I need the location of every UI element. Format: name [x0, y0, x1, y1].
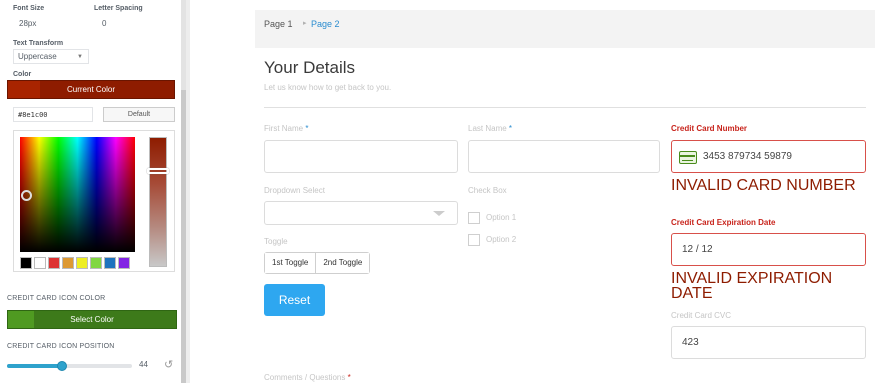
- text-transform-select[interactable]: Uppercase ▼: [13, 49, 89, 64]
- checkbox-group-label: Check Box: [468, 186, 507, 195]
- cc-cvc-field[interactable]: 423: [671, 326, 866, 359]
- luminance-strip[interactable]: [147, 137, 169, 267]
- text-transform-value: Uppercase: [18, 52, 57, 61]
- chevron-down-icon: [433, 211, 445, 216]
- cc-number-error: INVALID CARD NUMBER: [671, 177, 856, 194]
- cc-exp-value: 12 / 12: [682, 244, 713, 255]
- select-color-label: Select Color: [70, 315, 114, 324]
- page-subtitle: Let us know how to get back to you.: [264, 83, 392, 92]
- color-label: Color: [13, 71, 32, 78]
- slider-thumb[interactable]: [57, 361, 67, 371]
- color-swatch[interactable]: [62, 257, 74, 269]
- letter-spacing-input[interactable]: 0: [102, 19, 106, 28]
- icon-color-swatch: [8, 311, 34, 328]
- page-title: Your Details: [264, 58, 356, 77]
- toggle-second[interactable]: 2nd Toggle: [315, 253, 370, 273]
- checkbox[interactable]: [468, 234, 480, 246]
- letter-spacing-label: Letter Spacing: [94, 5, 143, 12]
- first-name-label: First Name *: [264, 124, 309, 133]
- toggle-group: 1st Toggle 2nd Toggle: [264, 252, 371, 274]
- divider: [264, 107, 866, 108]
- color-swatch[interactable]: [76, 257, 88, 269]
- breadcrumb-page-2[interactable]: Page 2: [311, 19, 340, 29]
- color-picker: [13, 130, 175, 272]
- text-transform-label: Text Transform: [13, 40, 64, 47]
- color-swatch[interactable]: [34, 257, 46, 269]
- color-swatch[interactable]: [48, 257, 60, 269]
- color-swatch[interactable]: [118, 257, 130, 269]
- credit-card-icon: [679, 151, 697, 164]
- luminance-handle[interactable]: [147, 168, 169, 174]
- last-name-field[interactable]: [468, 140, 660, 173]
- chevron-right-icon: ▸: [303, 20, 307, 27]
- icon-color-section-title: CREDIT CARD ICON COLOR: [7, 295, 106, 302]
- icon-position-slider[interactable]: [7, 361, 132, 371]
- cc-number-value: 3453 879734 59879: [703, 151, 792, 162]
- hex-color-input[interactable]: #8e1c00: [13, 107, 93, 122]
- panel-divider: [186, 0, 190, 383]
- cc-cvc-label: Credit Card CVC: [671, 311, 732, 320]
- cc-exp-error: INVALID EXPIRATION DATE: [671, 270, 833, 302]
- reset-icon[interactable]: ↺: [164, 358, 173, 371]
- select-color-button[interactable]: Select Color: [7, 310, 177, 329]
- cc-cvc-value: 423: [682, 337, 699, 348]
- saturation-field[interactable]: [20, 137, 135, 252]
- icon-position-value[interactable]: 44: [139, 360, 148, 369]
- option-1-label: Option 1: [486, 213, 517, 222]
- comments-label: Comments / Questions *: [264, 373, 351, 382]
- font-size-label: Font Size: [13, 5, 45, 12]
- current-color-button[interactable]: Current Color: [7, 80, 175, 99]
- checkbox[interactable]: [468, 212, 480, 224]
- color-swatch[interactable]: [90, 257, 102, 269]
- breadcrumb: Page 1 ▸ Page 2: [255, 10, 875, 48]
- cc-number-label: Credit Card Number: [671, 124, 748, 133]
- breadcrumb-page-1[interactable]: Page 1: [264, 19, 293, 29]
- slider-fill: [7, 364, 62, 368]
- last-name-label: Last Name *: [468, 124, 513, 133]
- cc-number-field[interactable]: 3453 879734 59879: [671, 140, 866, 173]
- cc-exp-field[interactable]: 12 / 12: [671, 233, 866, 266]
- icon-position-section-title: CREDIT CARD ICON POSITION: [7, 343, 115, 350]
- first-name-field[interactable]: [264, 140, 458, 173]
- color-swatch[interactable]: [20, 257, 32, 269]
- current-color-label: Current Color: [66, 85, 115, 94]
- font-size-input[interactable]: 28px: [19, 19, 36, 28]
- color-swatch[interactable]: [104, 257, 116, 269]
- reset-button[interactable]: Reset: [264, 284, 325, 316]
- toggle-first[interactable]: 1st Toggle: [265, 253, 316, 273]
- settings-panel: Font Size Letter Spacing 28px 0 Text Tra…: [0, 0, 186, 383]
- color-swatches: [20, 257, 130, 269]
- toggle-label: Toggle: [264, 237, 288, 246]
- option-2-label: Option 2: [486, 235, 517, 244]
- dropdown-label: Dropdown Select: [264, 186, 325, 195]
- dropdown-select[interactable]: [264, 201, 458, 225]
- cc-exp-label: Credit Card Expiration Date: [671, 218, 776, 227]
- default-color-button[interactable]: Default: [103, 107, 175, 122]
- saturation-handle[interactable]: [21, 190, 32, 201]
- chevron-down-icon: ▼: [77, 54, 83, 60]
- current-color-swatch: [8, 81, 40, 98]
